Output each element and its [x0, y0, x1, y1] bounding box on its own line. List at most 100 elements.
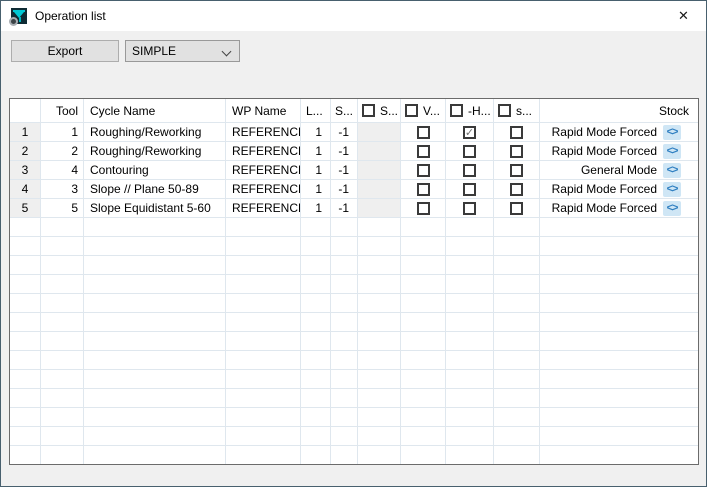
- s-check-cell[interactable]: [358, 161, 401, 179]
- wp-name-cell[interactable]: REFERENCE: [226, 180, 301, 198]
- operation-table: Tool Cycle Name WP Name L... S... S... V…: [9, 98, 699, 465]
- sel-header-checkbox[interactable]: [498, 104, 511, 117]
- l-cell[interactable]: 1: [301, 142, 331, 160]
- s-cell[interactable]: -1: [331, 180, 358, 198]
- sel-checkbox[interactable]: ✓: [510, 145, 523, 158]
- h-header-checkbox[interactable]: [450, 104, 463, 117]
- format-select[interactable]: SIMPLE: [125, 40, 240, 62]
- sel-check-cell: ✓: [494, 180, 540, 198]
- empty-cell: [301, 351, 331, 369]
- h-checkbox[interactable]: ✓: [463, 126, 476, 139]
- row-number-cell[interactable]: 3: [10, 161, 41, 179]
- cycle-name-cell[interactable]: Roughing/Reworking: [84, 142, 226, 160]
- header-h-check[interactable]: -H...: [446, 99, 494, 122]
- header-sel-check[interactable]: s...: [494, 99, 540, 122]
- l-cell[interactable]: 1: [301, 161, 331, 179]
- stock-edit-icon[interactable]: <>: [663, 182, 681, 197]
- v-checkbox[interactable]: ✓: [417, 126, 430, 139]
- row-number-cell[interactable]: 2: [10, 142, 41, 160]
- tool-cell[interactable]: 3: [41, 180, 84, 198]
- sel-checkbox[interactable]: ✓: [510, 126, 523, 139]
- empty-cell: [494, 351, 540, 369]
- stock-edit-icon[interactable]: <>: [663, 125, 681, 140]
- v-checkbox[interactable]: ✓: [417, 202, 430, 215]
- table-row[interactable]: 43Slope // Plane 50-89REFERENCE1-1 ✓ ✓ ✓ Rap…: [10, 180, 698, 199]
- header-cycle-name[interactable]: Cycle Name: [84, 99, 226, 122]
- v-checkbox[interactable]: ✓: [417, 164, 430, 177]
- sel-checkbox[interactable]: ✓: [510, 183, 523, 196]
- h-checkbox[interactable]: ✓: [463, 145, 476, 158]
- header-wp-name[interactable]: WP Name: [226, 99, 301, 122]
- s-cell[interactable]: -1: [331, 123, 358, 141]
- row-number-cell[interactable]: 5: [10, 199, 41, 217]
- tool-cell[interactable]: 5: [41, 199, 84, 217]
- empty-cell: [301, 370, 331, 388]
- empty-cell: [446, 237, 494, 255]
- cycle-name-cell[interactable]: Roughing/Reworking: [84, 123, 226, 141]
- empty-table-row: [10, 427, 698, 446]
- table-row[interactable]: 34ContouringREFERENCE1-1 ✓ ✓ ✓ General Mode<…: [10, 161, 698, 180]
- export-button[interactable]: Export: [11, 40, 119, 62]
- wp-name-cell[interactable]: REFERENCE: [226, 123, 301, 141]
- empty-cell: [301, 237, 331, 255]
- stock-edit-icon[interactable]: <>: [663, 163, 681, 178]
- header-rownum[interactable]: [10, 99, 41, 122]
- stock-cell[interactable]: Rapid Mode Forced<>: [540, 180, 698, 198]
- tool-cell[interactable]: 1: [41, 123, 84, 141]
- h-checkbox[interactable]: ✓: [463, 183, 476, 196]
- header-stock[interactable]: Stock: [540, 99, 698, 122]
- cycle-name-cell[interactable]: Contouring: [84, 161, 226, 179]
- s-check-cell[interactable]: [358, 180, 401, 198]
- l-cell[interactable]: 1: [301, 180, 331, 198]
- s-cell[interactable]: -1: [331, 142, 358, 160]
- empty-cell: [358, 256, 401, 274]
- cycle-name-cell[interactable]: Slope // Plane 50-89: [84, 180, 226, 198]
- v-checkbox[interactable]: ✓: [417, 183, 430, 196]
- v-header-checkbox[interactable]: [405, 104, 418, 117]
- row-number-cell[interactable]: 1: [10, 123, 41, 141]
- empty-cell: [10, 351, 41, 369]
- cycle-name-cell[interactable]: Slope Equidistant 5-60: [84, 199, 226, 217]
- header-v-check[interactable]: V...: [401, 99, 446, 122]
- s-check-cell[interactable]: [358, 142, 401, 160]
- stock-cell[interactable]: Rapid Mode Forced<>: [540, 199, 698, 217]
- wp-name-cell[interactable]: REFERENCE: [226, 142, 301, 160]
- l-cell[interactable]: 1: [301, 123, 331, 141]
- header-s-check[interactable]: S...: [358, 99, 401, 122]
- stock-cell[interactable]: Rapid Mode Forced<>: [540, 123, 698, 141]
- empty-cell: [226, 332, 301, 350]
- empty-cell: [331, 237, 358, 255]
- stock-cell[interactable]: General Mode<>: [540, 161, 698, 179]
- sel-checkbox[interactable]: ✓: [510, 202, 523, 215]
- table-row[interactable]: 11Roughing/ReworkingREFERENCE1-1✓✓✓Rapid…: [10, 123, 698, 142]
- s-check-cell[interactable]: [358, 199, 401, 217]
- sel-checkbox[interactable]: ✓: [510, 164, 523, 177]
- stock-cell[interactable]: Rapid Mode Forced<>: [540, 142, 698, 160]
- tool-cell[interactable]: 4: [41, 161, 84, 179]
- tool-cell[interactable]: 2: [41, 142, 84, 160]
- empty-cell: [540, 218, 698, 236]
- empty-cell: [331, 446, 358, 464]
- table-header-row: Tool Cycle Name WP Name L... S... S... V…: [10, 99, 698, 123]
- header-l[interactable]: L...: [301, 99, 331, 122]
- s-check-cell[interactable]: [358, 123, 401, 141]
- s-cell[interactable]: -1: [331, 161, 358, 179]
- stock-edit-icon[interactable]: <>: [663, 201, 681, 216]
- s-header-checkbox[interactable]: [362, 104, 375, 117]
- close-icon[interactable]: ✕: [661, 1, 706, 30]
- h-checkbox[interactable]: ✓: [463, 164, 476, 177]
- stock-edit-icon[interactable]: <>: [663, 144, 681, 159]
- empty-cell: [446, 275, 494, 293]
- wp-name-cell[interactable]: REFERENCE: [226, 161, 301, 179]
- table-row[interactable]: 55Slope Equidistant 5-60REFERENCE1-1✓✓✓R…: [10, 199, 698, 218]
- v-checkbox[interactable]: ✓: [417, 145, 430, 158]
- wp-name-cell[interactable]: REFERENCE: [226, 199, 301, 217]
- row-number-cell[interactable]: 4: [10, 180, 41, 198]
- header-s[interactable]: S...: [331, 99, 358, 122]
- s-cell[interactable]: -1: [331, 199, 358, 217]
- h-checkbox[interactable]: ✓: [463, 202, 476, 215]
- header-tool[interactable]: Tool: [41, 99, 84, 122]
- empty-cell: [446, 427, 494, 445]
- table-row[interactable]: 22Roughing/ReworkingREFERENCE1-1✓✓✓Rapid…: [10, 142, 698, 161]
- l-cell[interactable]: 1: [301, 199, 331, 217]
